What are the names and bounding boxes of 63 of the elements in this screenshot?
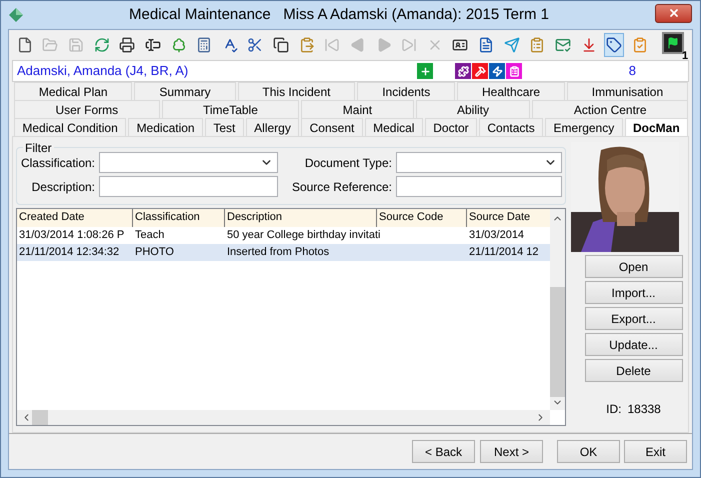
window-title: Medical Maintenance Miss A Adamski (Amanda): 2015 Term 1 — [128, 4, 550, 25]
table-cell: PHOTO — [135, 246, 174, 258]
tab[interactable]: Ability — [416, 100, 530, 118]
tab[interactable]: Consent — [301, 118, 363, 136]
field-label: Description: — [30, 178, 95, 196]
tab[interactable]: This Incident — [238, 82, 356, 100]
tab[interactable]: Medication — [128, 118, 203, 136]
record-count: 8 — [628, 62, 636, 80]
student-name: Adamski, Amanda (J4, BR, A) — [17, 62, 190, 80]
tab[interactable]: Healthcare — [457, 82, 565, 100]
app-logo-icon — [9, 8, 23, 22]
tab[interactable]: Allergy — [246, 118, 300, 136]
tag-icon[interactable] — [604, 33, 624, 57]
description-field[interactable] — [99, 176, 278, 197]
notification-count: 1 — [682, 51, 688, 62]
footer-button[interactable]: OK — [557, 440, 620, 463]
tab[interactable]: Doctor — [424, 118, 477, 136]
side-button[interactable]: Delete — [584, 359, 682, 382]
table-cell: 21/11/2014 12 — [469, 246, 539, 258]
scrollbar-thumb[interactable] — [32, 410, 48, 425]
classification-dropdown[interactable] — [99, 152, 278, 173]
tab[interactable]: Immunisation — [566, 82, 688, 100]
field-label: Classification: — [20, 154, 95, 172]
table-cell: 31/03/2014 — [469, 229, 524, 242]
tab[interactable]: Test — [204, 118, 244, 136]
tab[interactable]: Medical — [364, 118, 423, 136]
tab[interactable]: Summary — [134, 82, 236, 100]
id-label: ID: — [606, 401, 622, 418]
tab[interactable]: User Forms — [14, 100, 160, 118]
table-row[interactable]: 21/11/2014 12:34:32 PHOTO Inserted from Photos 21/11/2014 12 — [17, 244, 550, 261]
close-button[interactable] — [655, 4, 692, 22]
table-cell: Teach — [135, 229, 164, 242]
footer-button[interactable]: Exit — [624, 440, 687, 463]
tab[interactable]: Incidents — [357, 82, 456, 100]
field-label: Document Type: — [304, 154, 392, 172]
horizontal-scrollbar[interactable] — [17, 410, 550, 425]
vertical-scrollbar[interactable] — [550, 209, 565, 410]
scrollbar-thumb[interactable] — [550, 287, 565, 397]
id-value: 18338 — [627, 401, 661, 418]
tab[interactable]: DocMan — [624, 118, 688, 136]
flag-icon — [666, 37, 679, 49]
flag-button[interactable] — [662, 32, 684, 54]
source-reference-field[interactable] — [396, 176, 562, 197]
tab[interactable]: Medical Condition — [14, 118, 126, 136]
side-button[interactable]: Update... — [584, 333, 682, 356]
footer-button[interactable]: Next > — [480, 440, 543, 463]
table-cell: Inserted from Photos — [227, 246, 330, 258]
table-cell: 21/11/2014 12:34:32 — [19, 246, 120, 258]
tab[interactable]: Maint — [301, 100, 414, 118]
tab[interactable]: Contacts — [479, 118, 544, 136]
tab[interactable]: TimeTable — [162, 100, 300, 118]
table-cell: 50 year College birthday invitati — [227, 229, 380, 242]
close-icon — [668, 7, 680, 19]
side-button[interactable]: Import... — [584, 281, 682, 304]
tab[interactable]: Emergency — [545, 118, 623, 136]
tab[interactable]: Action Centre — [532, 100, 688, 118]
table-cell: 31/03/2014 1:08:26 P — [19, 229, 124, 242]
tab[interactable]: Medical Plan — [14, 82, 132, 100]
field-label: Source Reference: — [290, 178, 392, 196]
document-type-dropdown[interactable] — [396, 152, 562, 173]
side-button[interactable]: Export... — [584, 307, 682, 330]
footer-button[interactable]: < Back — [412, 440, 475, 463]
open-button[interactable]: Open — [584, 255, 682, 278]
